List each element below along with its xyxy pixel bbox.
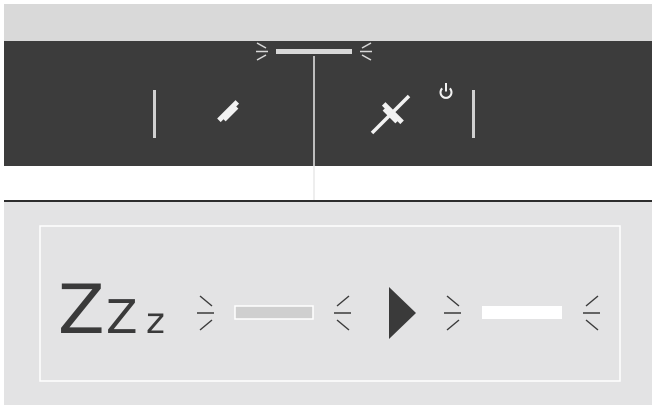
sleep-z-small: z	[146, 301, 165, 342]
top-strip	[4, 4, 652, 41]
right-side-button	[472, 90, 475, 138]
dim-led-bar	[234, 305, 314, 320]
left-side-button	[153, 90, 156, 138]
sleep-z-large: Z	[58, 271, 105, 350]
device-panel	[4, 41, 652, 166]
top-led-bar	[276, 49, 352, 54]
bright-led-bar	[482, 306, 562, 319]
sleep-z-medium: Z	[106, 290, 138, 344]
headset-sleep-diagram: Z Z z	[4, 4, 652, 405]
